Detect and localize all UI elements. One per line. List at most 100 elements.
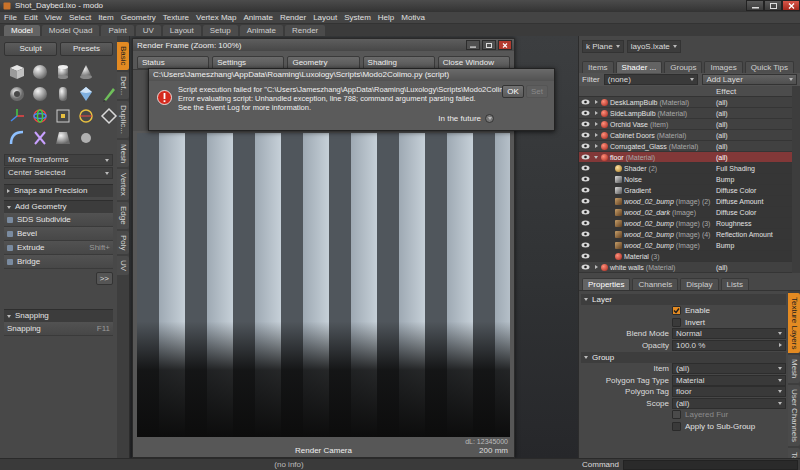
tree-row[interactable]: wood_02_dark(Image)Diffuse Color	[579, 207, 792, 218]
tree-row[interactable]: GradientDiffuse Color	[579, 185, 792, 196]
eye-icon[interactable]	[581, 187, 590, 193]
panel-button[interactable]: Sculpt	[4, 42, 57, 56]
visibility-toggle[interactable]	[579, 253, 591, 259]
panel-tab[interactable]: Shader ...	[616, 61, 663, 73]
element-icon[interactable]	[100, 107, 118, 125]
property-dropdown[interactable]: Material	[672, 375, 786, 386]
minimize-button[interactable]	[466, 40, 480, 50]
tree-row[interactable]: wood_02_bump(Image) (3)Roughness	[579, 218, 792, 229]
transform-icon[interactable]	[77, 107, 95, 125]
property-dropdown[interactable]: Normal	[672, 328, 786, 339]
cube-icon[interactable]	[8, 63, 26, 81]
future-option[interactable]: In the future	[438, 114, 481, 123]
push-icon[interactable]	[77, 129, 95, 147]
filter-dropdown[interactable]: (none)	[604, 74, 699, 85]
menu-item[interactable]: Help	[378, 12, 394, 23]
mode-tab[interactable]: Paint	[101, 25, 133, 36]
property-dropdown[interactable]: (all)	[672, 398, 786, 409]
more-button[interactable]: >>	[96, 272, 113, 285]
tree-row[interactable]: floor(Material)(all)	[579, 152, 792, 163]
menu-item[interactable]: Edit	[24, 12, 38, 23]
close-button[interactable]	[498, 40, 512, 50]
panel-tab[interactable]: Images	[704, 61, 742, 73]
mode-tab[interactable]: UV	[136, 25, 161, 36]
tool-dropdown[interactable]: Center Selected	[4, 167, 113, 179]
checkbox[interactable]	[672, 318, 681, 327]
sphere-icon[interactable]	[31, 85, 49, 103]
tree-row[interactable]: Shader(2)Full Shading	[579, 163, 792, 174]
pen-icon[interactable]	[100, 85, 118, 103]
visibility-toggle[interactable]	[579, 231, 591, 237]
visibility-toggle[interactable]	[579, 264, 591, 270]
menu-item[interactable]: Layout	[313, 12, 337, 23]
property-section[interactable]: Group	[581, 352, 786, 363]
maximize-button[interactable]	[764, 0, 782, 11]
eye-icon[interactable]	[581, 110, 590, 116]
eye-icon[interactable]	[581, 143, 590, 149]
side-tab[interactable]: Edge	[117, 202, 129, 229]
number-field[interactable]: 100.0 %	[672, 340, 786, 351]
menu-item[interactable]: Render	[280, 12, 306, 23]
collapsed-arrow[interactable]	[595, 265, 598, 269]
tree-row[interactable]: Cabinet Doors(Material)(all)	[579, 130, 792, 141]
tree-row[interactable]: NoiseBump	[579, 174, 792, 185]
mode-tab[interactable]: Animate	[240, 25, 283, 36]
panel-tab[interactable]: Quick Tips	[745, 61, 794, 73]
menu-item[interactable]: File	[4, 12, 17, 23]
property-checkbox[interactable]: Enable	[672, 306, 786, 315]
eye-icon[interactable]	[581, 121, 590, 127]
visibility-toggle[interactable]	[579, 242, 591, 248]
expanded-arrow[interactable]	[594, 156, 598, 159]
rotate-icon[interactable]	[31, 107, 49, 125]
tree-row[interactable]: Orchid Vase(Item)(all)	[579, 119, 792, 130]
top-dropdown[interactable]: k Plane	[582, 40, 624, 53]
visibility-toggle[interactable]	[579, 154, 591, 160]
close-button[interactable]	[782, 0, 800, 11]
property-dropdown[interactable]: floor	[672, 386, 786, 397]
tree-row[interactable]: SideLampBulb(Material)(all)	[579, 108, 792, 119]
visibility-toggle[interactable]	[579, 198, 591, 204]
tree-row[interactable]: wood_02_bump(Image)Bump	[579, 240, 792, 251]
menu-item[interactable]: Geometry	[121, 12, 156, 23]
menu-item[interactable]: Item	[98, 12, 114, 23]
visibility-toggle[interactable]	[579, 121, 591, 127]
menu-item[interactable]: Motiva	[401, 12, 425, 23]
panel-button[interactable]: Presets	[60, 42, 113, 56]
eye-icon[interactable]	[581, 132, 590, 138]
tree-row[interactable]: Material(3)	[579, 251, 792, 262]
checkbox[interactable]	[672, 306, 681, 315]
side-tab[interactable]: Mesh	[788, 355, 800, 383]
eye-icon[interactable]	[581, 253, 590, 259]
command-input[interactable]	[623, 460, 798, 470]
visibility-toggle[interactable]	[579, 165, 591, 171]
mode-tab[interactable]: Layout	[163, 25, 201, 36]
section-header[interactable]: Snapping	[4, 309, 113, 322]
ok-button[interactable]: OK	[502, 85, 524, 98]
bend-icon[interactable]	[8, 129, 26, 147]
cylinder-icon[interactable]	[54, 63, 72, 81]
viewport[interactable]: Render Frame (Zoom: 100%)StatusSettingsG…	[130, 36, 578, 458]
menu-item[interactable]: Vertex Map	[196, 12, 236, 23]
tree-row[interactable]: wood_02_bump(Image) (2)Diffuse Amount	[579, 196, 792, 207]
menu-item[interactable]: Animate	[244, 12, 273, 23]
properties-tab[interactable]: Properties	[582, 278, 630, 290]
collapsed-arrow[interactable]	[595, 144, 598, 148]
visibility-toggle[interactable]	[579, 220, 591, 226]
tool-dropdown[interactable]: More Transforms	[4, 154, 113, 166]
menu-item[interactable]: Texture	[163, 12, 189, 23]
add-layer-button[interactable]: Add Layer	[702, 74, 797, 85]
properties-tab[interactable]: Display	[680, 278, 718, 290]
property-checkbox[interactable]: Apply to Sub-Group	[672, 422, 786, 431]
eye-icon[interactable]	[581, 176, 590, 182]
section-header[interactable]: Snaps and Precision	[4, 184, 113, 197]
capsule-icon[interactable]	[54, 85, 72, 103]
eye-icon[interactable]	[581, 198, 590, 204]
property-checkbox[interactable]: Invert	[672, 318, 786, 327]
cone-icon[interactable]	[77, 63, 95, 81]
visibility-toggle[interactable]	[579, 176, 591, 182]
taper-icon[interactable]	[54, 129, 72, 147]
mode-tab[interactable]: Model	[4, 25, 40, 36]
side-tab[interactable]: Vertex	[117, 169, 129, 200]
collapsed-arrow[interactable]	[595, 122, 598, 126]
side-tab[interactable]: Mesh	[117, 140, 129, 168]
